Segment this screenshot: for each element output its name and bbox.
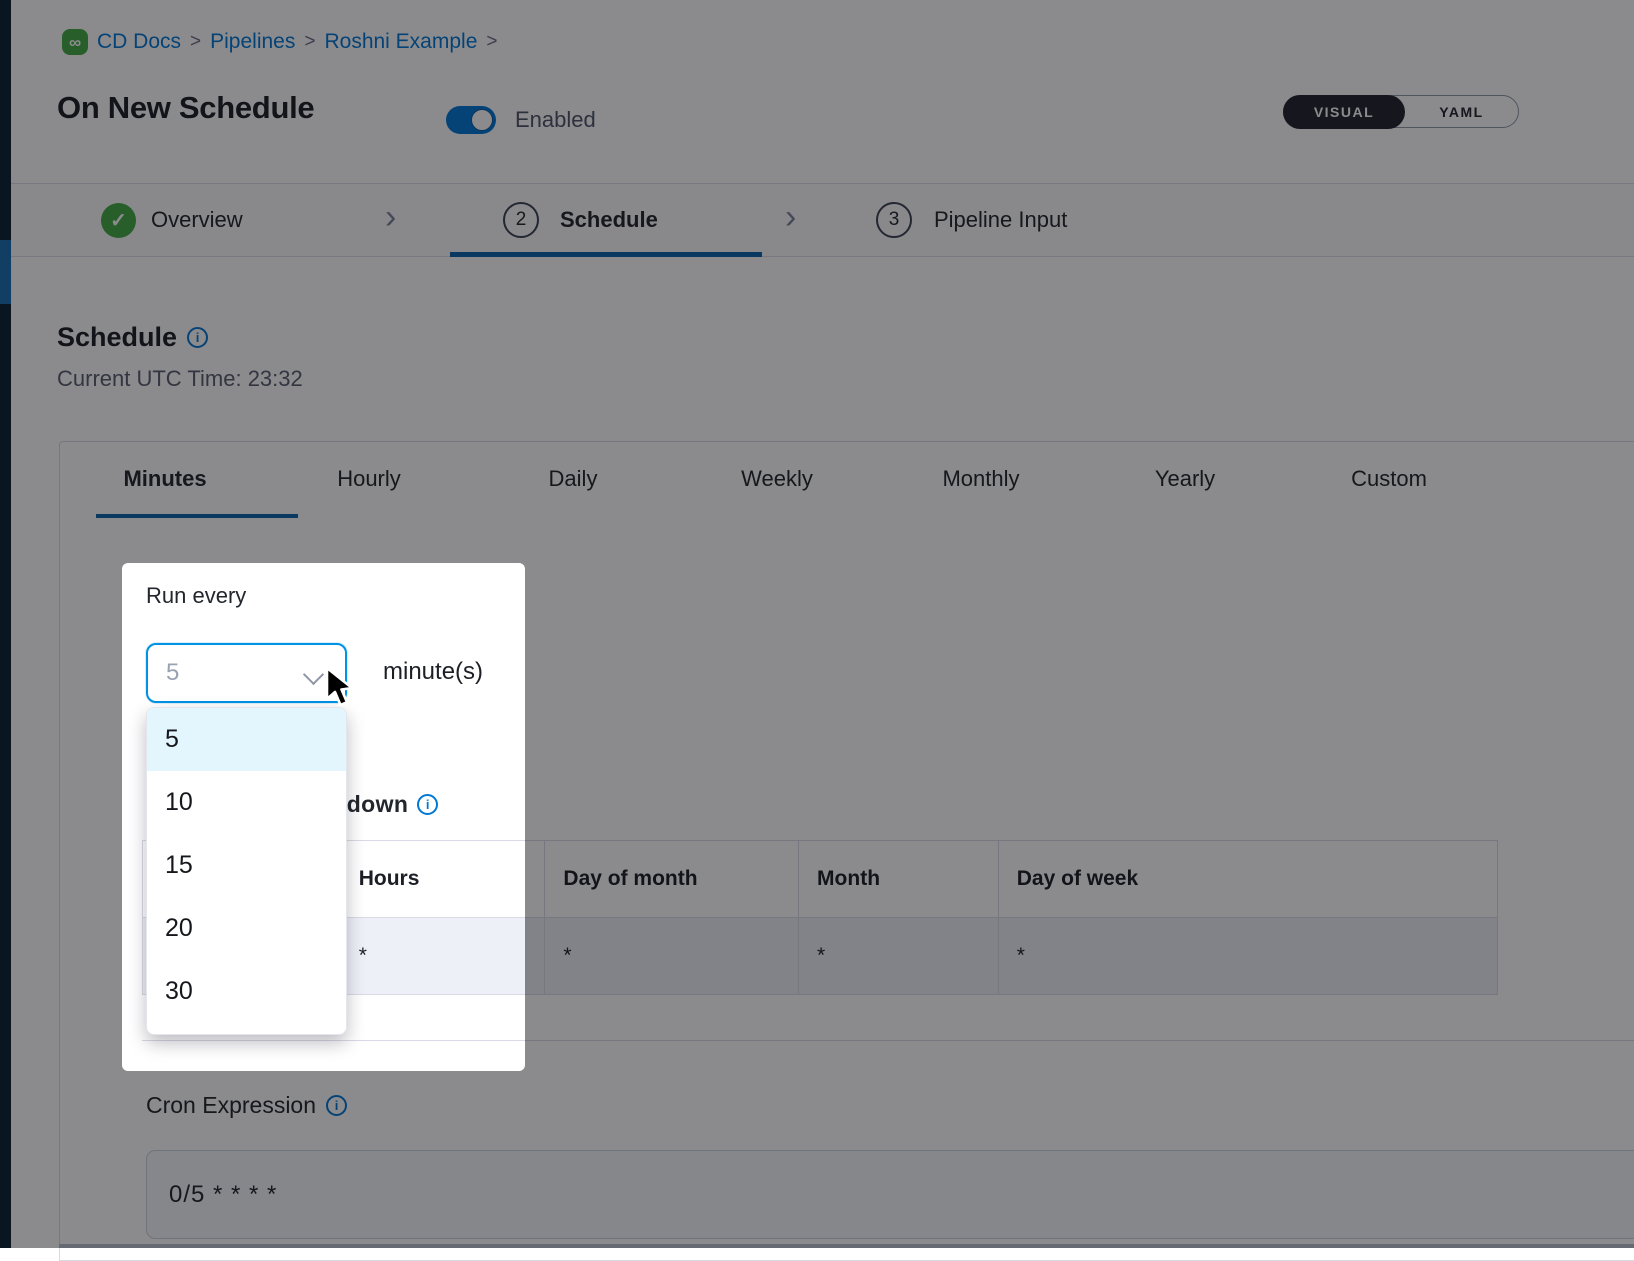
minutes-select[interactable]: 5: [146, 643, 347, 703]
cell-month: *: [799, 918, 999, 995]
step-schedule[interactable]: Schedule: [560, 207, 658, 233]
visual-yaml-switch: VISUAL YAML: [1283, 95, 1519, 128]
run-every-label: Run every: [146, 583, 246, 609]
mouse-cursor-icon: [324, 666, 358, 715]
toggle-knob: [471, 109, 493, 131]
left-nav-edge: [0, 0, 11, 1248]
tab-daily[interactable]: Daily: [471, 466, 675, 492]
breadcrumb-separator-icon: >: [190, 31, 201, 53]
minutes-unit-label: minute(s): [383, 658, 483, 686]
active-step-underline: [450, 252, 762, 257]
info-icon[interactable]: [417, 794, 438, 815]
schedule-section-heading: Schedule: [57, 322, 208, 353]
utc-time-text: Current UTC Time: 23:32: [57, 366, 303, 392]
tab-custom[interactable]: Custom: [1287, 466, 1491, 492]
breadcrumb: CD Docs > Pipelines > Roshni Example >: [62, 29, 497, 55]
tab-yearly[interactable]: Yearly: [1083, 466, 1287, 492]
dropdown-option-20[interactable]: 20: [147, 897, 346, 960]
cell-hours: *: [341, 918, 546, 995]
breadcrumb-cd-docs[interactable]: CD Docs: [97, 30, 181, 54]
bottom-edge: [59, 1244, 1634, 1248]
visual-toggle-button[interactable]: VISUAL: [1283, 95, 1405, 129]
minutes-select-value: 5: [166, 659, 179, 687]
dropdown-option-30[interactable]: 30: [147, 960, 346, 1023]
yaml-toggle-button[interactable]: YAML: [1405, 96, 1518, 127]
page-title: On New Schedule: [57, 90, 314, 126]
enabled-toggle[interactable]: [446, 106, 496, 134]
enabled-label: Enabled: [515, 107, 596, 133]
cron-expression-label: Cron Expression: [146, 1092, 347, 1119]
breadcrumb-separator-icon: >: [304, 31, 315, 53]
step-pipeline-input[interactable]: Pipeline Input: [934, 207, 1067, 233]
info-icon[interactable]: [326, 1095, 347, 1116]
tab-monthly[interactable]: Monthly: [879, 466, 1083, 492]
dropdown-option-5[interactable]: 5: [147, 708, 346, 771]
active-tab-underline: [96, 514, 298, 518]
header-hours: Hours: [341, 841, 546, 917]
step-chevron-icon: ›: [785, 200, 796, 234]
tab-hourly[interactable]: Hourly: [267, 466, 471, 492]
header-month: Month: [799, 841, 999, 917]
step-2-circle: 2: [503, 202, 539, 238]
minutes-dropdown-menu: 5 10 15 20 30: [146, 707, 347, 1035]
cell-day-of-week: *: [999, 918, 1497, 995]
cell-day-of-month: *: [545, 918, 799, 995]
info-icon[interactable]: [187, 327, 208, 348]
header-day-of-month: Day of month: [545, 841, 799, 917]
step-3-circle: 3: [876, 202, 912, 238]
left-nav-active-item[interactable]: [0, 240, 11, 304]
tab-minutes[interactable]: Minutes: [63, 466, 267, 492]
cron-expression-input[interactable]: 0/5 * * * *: [146, 1150, 1634, 1239]
section-divider: [142, 1040, 1634, 1041]
trigger-schedule-page: { "breadcrumb": { "crumbs": ["CD Docs", …: [0, 0, 1634, 1248]
harness-cd-logo-icon: [62, 29, 88, 55]
step-chevron-icon: ›: [385, 200, 396, 234]
wizard-step-bar: [0, 183, 1634, 257]
dropdown-option-15[interactable]: 15: [147, 834, 346, 897]
breadcrumb-pipelines[interactable]: Pipelines: [210, 30, 295, 54]
header-day-of-week: Day of week: [999, 841, 1497, 917]
breadcrumb-roshni-example[interactable]: Roshni Example: [324, 30, 477, 54]
step-complete-check-icon: [101, 203, 136, 238]
step-overview[interactable]: Overview: [151, 207, 243, 233]
tab-weekly[interactable]: Weekly: [675, 466, 879, 492]
chevron-down-icon: [303, 664, 324, 685]
breadcrumb-separator-icon: >: [486, 31, 497, 53]
dropdown-option-10[interactable]: 10: [147, 771, 346, 834]
